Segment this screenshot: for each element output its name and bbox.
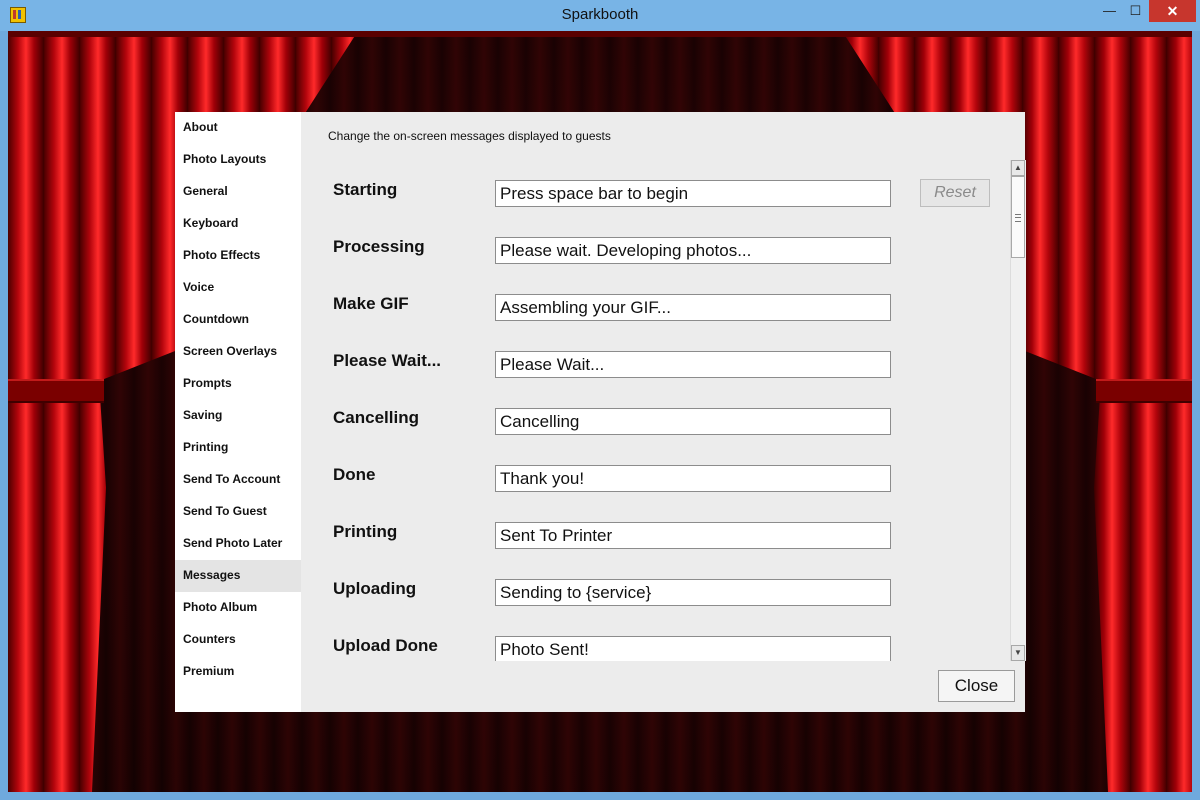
processing-message-field[interactable]: [495, 237, 891, 264]
upload-done-message-field[interactable]: [495, 636, 891, 661]
messages-scrollbar[interactable]: ▲ ▼: [1010, 160, 1026, 661]
sidebar-item-messages[interactable]: Messages: [175, 560, 301, 592]
right-curtain-tie: [1096, 379, 1192, 403]
scroll-down-arrow-icon[interactable]: ▼: [1011, 645, 1025, 661]
message-row-done: Done: [301, 445, 1009, 502]
message-label: Cancelling: [333, 408, 419, 427]
sidebar-item-screen-overlays[interactable]: Screen Overlays: [175, 336, 301, 368]
message-label: Starting: [333, 180, 398, 199]
sidebar-item-photo-effects[interactable]: Photo Effects: [175, 240, 301, 272]
messages-list: Starting Processing Make GIF Please Wait…: [301, 160, 1009, 661]
minimize-button[interactable]: —: [1096, 0, 1123, 22]
sidebar-item-photo-layouts[interactable]: Photo Layouts: [175, 144, 301, 176]
close-button[interactable]: Close: [938, 670, 1015, 702]
title-bar: Sparkbooth — ☐ ✕: [0, 0, 1200, 31]
done-message-field[interactable]: [495, 465, 891, 492]
sidebar-item-premium[interactable]: Premium: [175, 656, 301, 688]
reset-button[interactable]: Reset: [920, 179, 990, 207]
cancelling-message-field[interactable]: [495, 408, 891, 435]
left-curtain-tie: [8, 379, 104, 403]
please-wait-message-field[interactable]: [495, 351, 891, 378]
message-row-starting: Starting: [301, 160, 1009, 217]
curtain-valance: [8, 31, 1192, 37]
sidebar-item-voice[interactable]: Voice: [175, 272, 301, 304]
message-row-processing: Processing: [301, 217, 1009, 274]
settings-sidebar: About Photo Layouts General Keyboard Pho…: [175, 112, 301, 712]
message-label: Upload Done: [333, 636, 438, 655]
sidebar-item-send-to-account[interactable]: Send To Account: [175, 464, 301, 496]
message-label: Printing: [333, 522, 398, 541]
message-row-uploading: Uploading: [301, 559, 1009, 616]
sidebar-item-countdown[interactable]: Countdown: [175, 304, 301, 336]
sidebar-item-photo-album[interactable]: Photo Album: [175, 592, 301, 624]
scroll-up-arrow-icon[interactable]: ▲: [1011, 160, 1025, 176]
settings-dialog: About Photo Layouts General Keyboard Pho…: [175, 112, 1026, 712]
maximize-button[interactable]: ☐: [1122, 0, 1149, 22]
starting-message-field[interactable]: [495, 180, 891, 207]
sidebar-item-general[interactable]: General: [175, 176, 301, 208]
message-row-please-wait: Please Wait...: [301, 331, 1009, 388]
sidebar-item-saving[interactable]: Saving: [175, 400, 301, 432]
sidebar-item-prompts[interactable]: Prompts: [175, 368, 301, 400]
sidebar-item-counters[interactable]: Counters: [175, 624, 301, 656]
sidebar-item-about[interactable]: About: [175, 112, 301, 144]
sidebar-item-send-to-guest[interactable]: Send To Guest: [175, 496, 301, 528]
message-row-make-gif: Make GIF: [301, 274, 1009, 331]
sidebar-item-send-photo-later[interactable]: Send Photo Later: [175, 528, 301, 560]
message-label: Processing: [333, 237, 425, 256]
message-label: Please Wait...: [333, 351, 442, 370]
message-row-printing: Printing: [301, 502, 1009, 559]
message-label: Make GIF: [333, 294, 409, 313]
window-title: Sparkbooth: [561, 6, 639, 23]
uploading-message-field[interactable]: [495, 579, 891, 606]
make-gif-message-field[interactable]: [495, 294, 891, 321]
messages-intro-text: Change the on-screen messages displayed …: [328, 129, 611, 143]
message-label: Uploading: [333, 579, 417, 598]
window-close-button[interactable]: ✕: [1149, 0, 1196, 22]
grip-icon: [1015, 214, 1021, 222]
sidebar-item-keyboard[interactable]: Keyboard: [175, 208, 301, 240]
printing-message-field[interactable]: [495, 522, 891, 549]
message-row-cancelling: Cancelling: [301, 388, 1009, 445]
sidebar-item-printing[interactable]: Printing: [175, 432, 301, 464]
message-row-upload-done: Upload Done: [301, 616, 1009, 661]
message-label: Done: [333, 465, 376, 484]
scroll-thumb[interactable]: [1011, 176, 1025, 258]
